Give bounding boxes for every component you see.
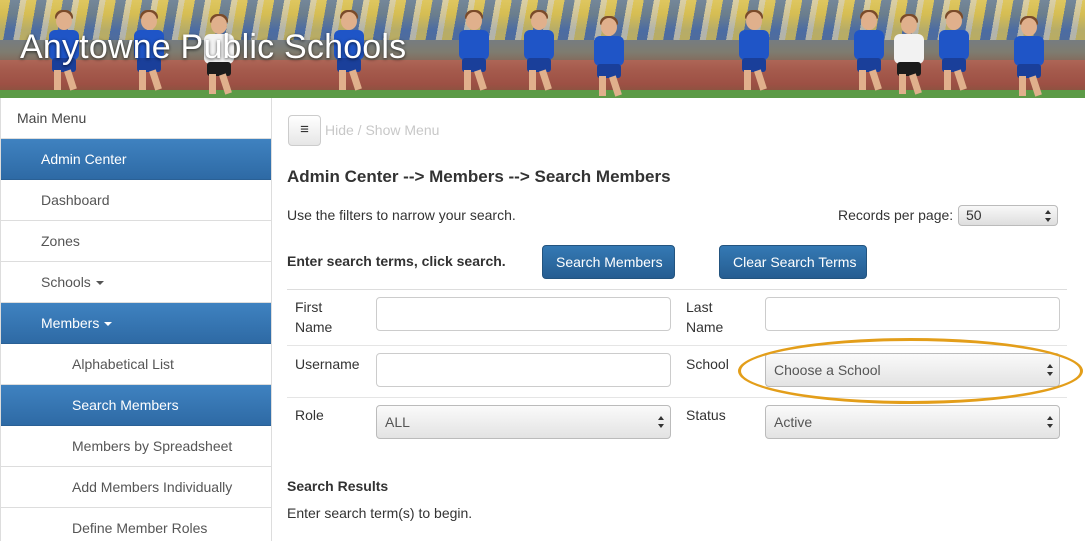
- records-per-page-label: Records per page:: [838, 207, 954, 223]
- last-name-label: Last Name: [686, 297, 723, 337]
- sidebar-item-dashboard[interactable]: Dashboard: [1, 180, 271, 221]
- help-text: Use the filters to narrow your search.: [287, 207, 516, 223]
- search-results-message: Enter search term(s) to begin.: [287, 505, 473, 521]
- school-select-value: Choose a School: [774, 362, 881, 378]
- school-select[interactable]: Choose a School: [765, 353, 1060, 387]
- search-prompt: Enter search terms, click search.: [287, 253, 506, 269]
- sidebar-item-define-member-roles[interactable]: Define Member Roles: [1, 508, 271, 541]
- search-filters: First Name Last Name Username School Cho…: [287, 289, 1067, 450]
- search-members-button[interactable]: Search Members: [542, 245, 675, 279]
- status-select-value: Active: [774, 414, 813, 430]
- select-arrows-icon: [1047, 416, 1054, 428]
- caret-down-icon: [104, 322, 113, 327]
- sidebar-item-label: Schools: [41, 274, 91, 290]
- status-label: Status: [686, 407, 726, 423]
- first-name-label-line: Name: [295, 319, 333, 335]
- school-label: School: [686, 356, 729, 372]
- sidebar-item-add-members-individually[interactable]: Add Members Individually: [1, 467, 271, 508]
- select-arrows-icon: [1045, 209, 1052, 222]
- first-name-input[interactable]: [376, 297, 671, 331]
- first-name-label: First Name: [295, 297, 332, 337]
- status-select[interactable]: Active: [765, 405, 1060, 439]
- sidebar-item-search-members[interactable]: Search Members: [1, 385, 271, 426]
- sidebar-item-zones[interactable]: Zones: [1, 221, 271, 262]
- filter-row: Username School Choose a School: [287, 346, 1067, 398]
- role-select[interactable]: ALL: [376, 405, 671, 439]
- hamburger-icon: ≡: [300, 121, 309, 138]
- player-image: [890, 14, 928, 96]
- caret-down-icon: [95, 281, 104, 286]
- sidebar-item-admin-center[interactable]: Admin Center: [1, 139, 271, 180]
- header-banner: Anytowne Public Schools: [0, 0, 1085, 98]
- select-arrows-icon: [658, 416, 665, 428]
- player-image: [935, 10, 973, 92]
- select-arrows-icon: [1047, 364, 1054, 376]
- player-image: [735, 10, 773, 92]
- username-label: Username: [295, 356, 360, 372]
- player-image: [520, 10, 558, 92]
- filter-row: First Name Last Name: [287, 290, 1067, 346]
- menu-toggle-label[interactable]: Hide / Show Menu: [325, 122, 439, 138]
- player-image: [590, 16, 628, 98]
- last-name-label-line: Last: [686, 299, 713, 315]
- sidebar-item-schools[interactable]: Schools: [1, 262, 271, 303]
- records-per-page-value: 50: [966, 207, 982, 223]
- clear-search-terms-button[interactable]: Clear Search Terms: [719, 245, 867, 279]
- sidebar-item-label: Members: [41, 315, 100, 331]
- player-image: [455, 10, 493, 92]
- filter-row: Role ALL Status Active: [287, 398, 1067, 450]
- role-label: Role: [295, 407, 324, 423]
- username-input[interactable]: [376, 353, 671, 387]
- records-per-page-select[interactable]: 50: [958, 205, 1058, 226]
- last-name-input[interactable]: [765, 297, 1060, 331]
- last-name-label-line: Name: [686, 319, 724, 335]
- sidebar-menu: Main Menu Admin Center Dashboard Zones S…: [0, 98, 272, 541]
- first-name-label-line: First: [295, 299, 323, 315]
- main-content: ≡ Hide / Show Menu Admin Center --> Memb…: [287, 98, 1067, 541]
- role-select-value: ALL: [385, 414, 410, 430]
- menu-toggle-button[interactable]: ≡: [288, 115, 321, 146]
- player-image: [1010, 16, 1048, 98]
- search-results-title: Search Results: [287, 478, 389, 494]
- page-title: Admin Center --> Members --> Search Memb…: [287, 167, 671, 186]
- site-title: Anytowne Public Schools: [20, 28, 407, 66]
- sidebar-item-alphabetical-list[interactable]: Alphabetical List: [1, 344, 271, 385]
- sidebar-item-members[interactable]: Members: [1, 303, 271, 344]
- sidebar-item-members-by-spreadsheet[interactable]: Members by Spreadsheet: [1, 426, 271, 467]
- player-image: [850, 10, 888, 92]
- sidebar-item-main-menu[interactable]: Main Menu: [1, 98, 271, 139]
